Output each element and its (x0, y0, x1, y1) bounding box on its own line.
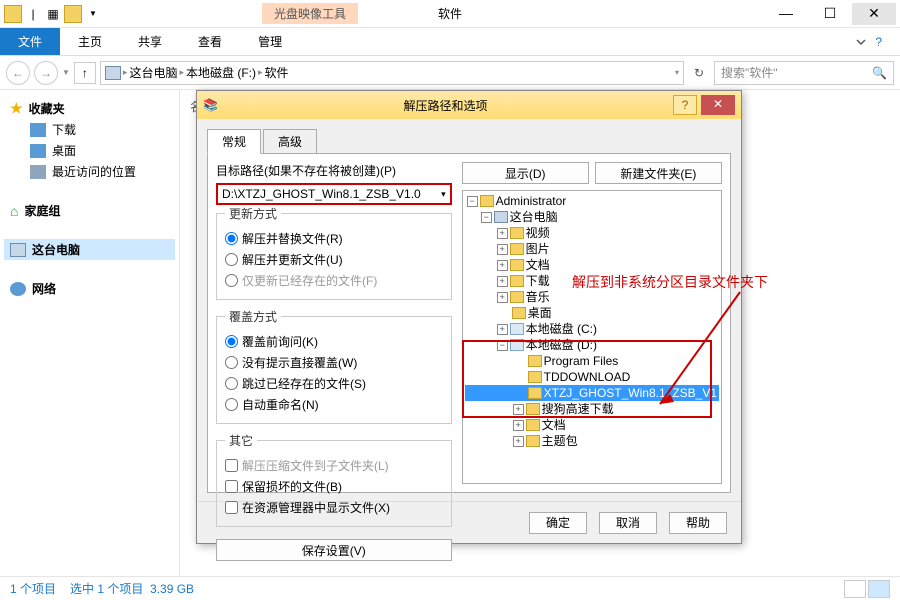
radio-ask-overwrite[interactable]: 覆盖前询问(K) (225, 331, 443, 352)
cancel-button[interactable]: 取消 (599, 512, 657, 534)
dialog-titlebar: 📚 解压路径和选项 ? ✕ (197, 91, 741, 119)
help-button[interactable]: 帮助 (669, 512, 727, 534)
tree-pictures[interactable]: +图片 (465, 241, 719, 257)
check-show-explorer[interactable]: 在资源管理器中显示文件(X) (225, 497, 443, 518)
tree-pc[interactable]: −这台电脑 (465, 209, 719, 225)
chevron-right-icon: ▸ (258, 67, 263, 78)
qat-dropdown-icon[interactable]: ▼ (84, 5, 102, 23)
pc-icon (105, 66, 121, 80)
minimize-button[interactable]: — (764, 3, 808, 25)
explorer-titlebar: | ▦ ▼ 光盘映像工具 软件 — ☐ ✕ (0, 0, 900, 28)
target-path-input[interactable]: D:\XTZJ_GHOST_Win8.1_ZSB_V1.0 ▾ (216, 183, 452, 205)
crumb-folder[interactable]: 软件 (265, 64, 289, 81)
nav-up-button[interactable]: ↑ (74, 62, 96, 84)
overwrite-mode-group: 覆盖方式 覆盖前询问(K) 没有提示直接覆盖(W) 跳过已经存在的文件(S) 自… (216, 308, 452, 424)
tree-tddownload[interactable]: TDDOWNLOAD (465, 369, 719, 385)
tree-xtzj-selected[interactable]: XTZJ_GHOST_Win8.1_ZSB_V1 (465, 385, 719, 401)
tree-video[interactable]: +视频 (465, 225, 719, 241)
tab-manage[interactable]: 管理 (240, 28, 300, 55)
radio-update-existing[interactable]: 仅更新已经存在的文件(F) (225, 270, 443, 291)
address-bar: ← → ▼ ↑ ▸ 这台电脑 ▸ 本地磁盘 (F:) ▸ 软件 ▾ ↻ 搜索"软… (0, 56, 900, 90)
update-legend: 更新方式 (225, 205, 281, 222)
status-selected: 选中 1 个项目 3.39 GB (70, 580, 194, 597)
dialog-title: 解压路径和选项 (218, 97, 673, 114)
nav-history-dropdown[interactable]: ▼ (62, 68, 70, 77)
dialog-tabs: 常规 高级 (207, 129, 731, 154)
nav-desktop[interactable]: 桌面 (4, 140, 175, 161)
save-settings-button[interactable]: 保存设置(V) (216, 539, 452, 561)
breadcrumb[interactable]: ▸ 这台电脑 ▸ 本地磁盘 (F:) ▸ 软件 ▾ (100, 61, 684, 85)
tree-program-files[interactable]: Program Files (465, 353, 719, 369)
chevron-right-icon: ▸ (123, 67, 128, 78)
winrar-icon: 📚 (203, 98, 218, 112)
overwrite-legend: 覆盖方式 (225, 308, 281, 325)
folder-tree[interactable]: −Administrator −这台电脑 +视频 +图片 +文档 +下载 +音乐… (462, 190, 722, 484)
tree-sogou[interactable]: +搜狗高速下载 (465, 401, 719, 417)
refresh-button[interactable]: ↻ (688, 62, 710, 84)
qat-separator: | (24, 5, 42, 23)
tab-home[interactable]: 主页 (60, 28, 120, 55)
view-details-button[interactable] (844, 580, 866, 598)
dialog-help-button[interactable]: ? (673, 95, 697, 115)
update-mode-group: 更新方式 解压并替换文件(R) 解压并更新文件(U) 仅更新已经存在的文件(F) (216, 205, 452, 300)
tree-drive-c[interactable]: +本地磁盘 (C:) (465, 321, 719, 337)
tree-zhutibao[interactable]: +主题包 (465, 433, 719, 449)
app-icon (4, 5, 22, 23)
crumb-drive[interactable]: 本地磁盘 (F:) (186, 64, 256, 81)
nav-recent[interactable]: 最近访问的位置 (4, 161, 175, 182)
radio-skip-existing[interactable]: 跳过已经存在的文件(S) (225, 373, 443, 394)
crumb-pc[interactable]: 这台电脑 (129, 64, 177, 81)
target-path-label: 目标路径(如果不存在将被创建)(P) (216, 162, 452, 179)
tab-general[interactable]: 常规 (207, 129, 261, 154)
dialog-close-button[interactable]: ✕ (701, 95, 735, 115)
path-dropdown-icon[interactable]: ▾ (441, 189, 446, 200)
tab-advanced[interactable]: 高级 (263, 129, 317, 154)
annotation-text: 解压到非系统分区目录文件夹下 (572, 272, 768, 292)
ok-button[interactable]: 确定 (529, 512, 587, 534)
nav-computer[interactable]: 这台电脑 (4, 239, 175, 260)
search-input[interactable]: 搜索"软件" 🔍 (714, 61, 894, 85)
tab-view[interactable]: 查看 (180, 28, 240, 55)
qat-properties-icon[interactable]: ▦ (44, 5, 62, 23)
ribbon-tabs: 文件 主页 共享 查看 管理 ? (0, 28, 900, 56)
tree-documents[interactable]: +文档 (465, 257, 719, 273)
view-icons-button[interactable] (868, 580, 890, 598)
chevron-right-icon: ▸ (179, 67, 184, 78)
other-legend: 其它 (225, 432, 257, 449)
status-item-count: 1 个项目 (10, 580, 56, 597)
close-button[interactable]: ✕ (852, 3, 896, 25)
tab-share[interactable]: 共享 (120, 28, 180, 55)
quick-access-toolbar: | ▦ ▼ (4, 5, 102, 23)
extract-dialog: 📚 解压路径和选项 ? ✕ 常规 高级 目标路径(如果不存在将被创建)(P) D… (196, 90, 742, 544)
tree-admin[interactable]: −Administrator (465, 193, 719, 209)
maximize-button[interactable]: ☐ (808, 3, 852, 25)
show-button[interactable]: 显示(D) (462, 162, 589, 184)
contextual-tab-label: 光盘映像工具 (262, 3, 358, 24)
search-icon: 🔍 (872, 66, 887, 80)
nav-back-button[interactable]: ← (6, 61, 30, 85)
radio-overwrite-noprompt[interactable]: 没有提示直接覆盖(W) (225, 352, 443, 373)
check-keep-broken[interactable]: 保留损坏的文件(B) (225, 476, 443, 497)
search-placeholder: 搜索"软件" (721, 64, 778, 81)
ribbon-expand-icon[interactable]: ? (837, 28, 900, 55)
new-folder-button[interactable]: 新建文件夹(E) (595, 162, 722, 184)
tab-file[interactable]: 文件 (0, 28, 60, 55)
nav-network[interactable]: 网络 (4, 278, 175, 299)
nav-forward-button[interactable]: → (34, 61, 58, 85)
other-group: 其它 解压压缩文件到子文件夹(L) 保留损坏的文件(B) 在资源管理器中显示文件… (216, 432, 452, 527)
nav-favorites[interactable]: ★收藏夹 (4, 98, 175, 119)
tree-desktop[interactable]: 桌面 (465, 305, 719, 321)
nav-downloads[interactable]: 下载 (4, 119, 175, 140)
check-subfolder[interactable]: 解压压缩文件到子文件夹(L) (225, 455, 443, 476)
radio-extract-update[interactable]: 解压并更新文件(U) (225, 249, 443, 270)
nav-homegroup[interactable]: ⌂家庭组 (4, 200, 175, 221)
status-bar: 1 个项目 选中 1 个项目 3.39 GB (0, 576, 900, 600)
qat-newfolder-icon[interactable] (64, 5, 82, 23)
radio-auto-rename[interactable]: 自动重命名(N) (225, 394, 443, 415)
radio-extract-replace[interactable]: 解压并替换文件(R) (225, 228, 443, 249)
navigation-pane: ★收藏夹 下载 桌面 最近访问的位置 ⌂家庭组 这台电脑 网络 (0, 90, 180, 576)
tree-drive-d[interactable]: −本地磁盘 (D:) (465, 337, 719, 353)
path-dropdown-icon[interactable]: ▾ (675, 68, 679, 77)
tree-wendang[interactable]: +文档 (465, 417, 719, 433)
